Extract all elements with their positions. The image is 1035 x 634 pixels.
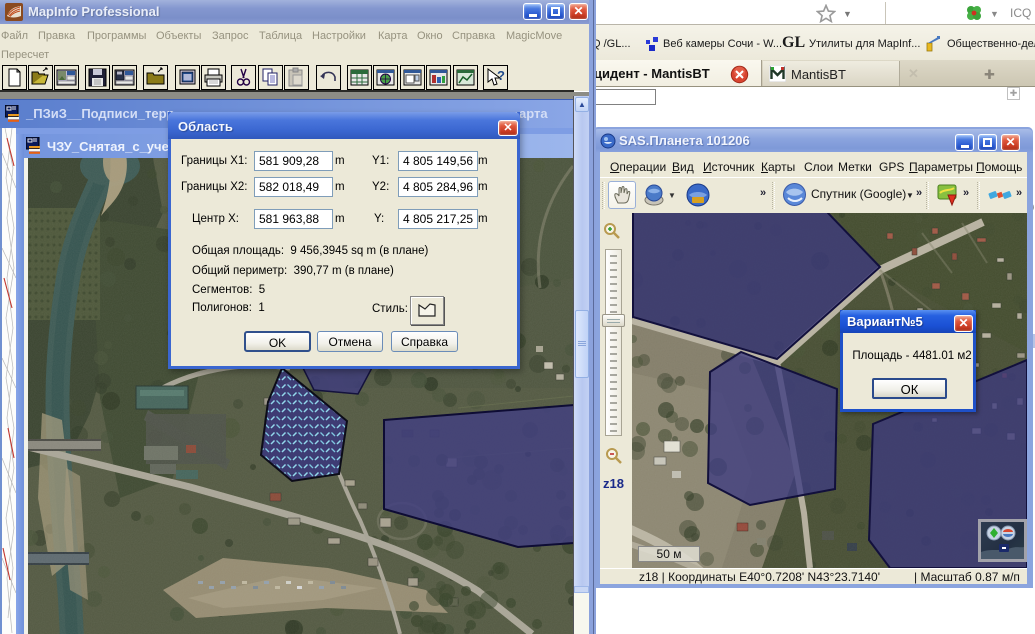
svg-text:?: ? xyxy=(497,68,505,83)
